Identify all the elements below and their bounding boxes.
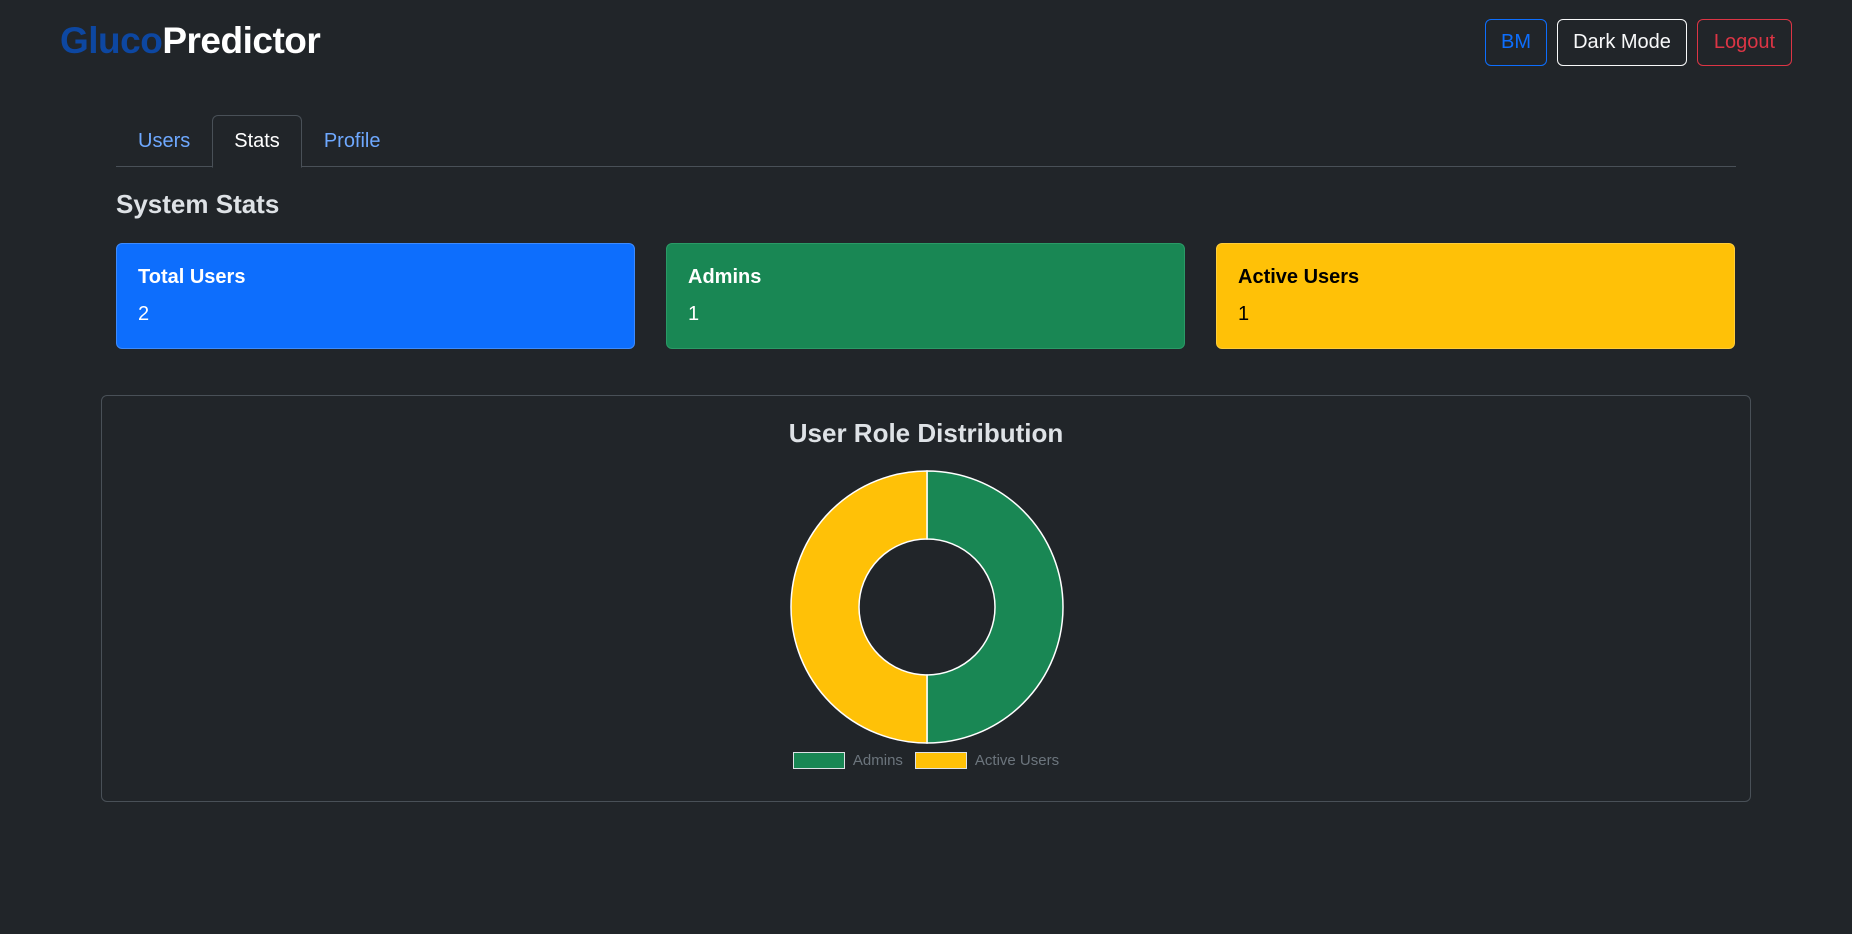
stat-card-title: Admins [688,266,762,288]
legend-item[interactable]: Admins [792,752,903,769]
brand-part-1: Gluco [60,20,163,61]
legend-label: Active Users [974,752,1060,769]
legend-item[interactable]: Active Users [914,752,1060,769]
stat-card-total-users: Total Users 2 [116,243,635,349]
navbar: GlucoPredictor BM Dark Mode Logout [0,0,1852,88]
donut-slice-active-users[interactable] [790,470,928,744]
stat-card-admins: Admins 1 [666,243,1185,349]
brand-logo[interactable]: GlucoPredictor [60,20,321,62]
donut-chart[interactable] [789,469,1065,745]
stat-card-value: 1 [1238,303,1250,325]
stat-card-active-users: Active Users 1 [1216,243,1735,349]
dark-mode-toggle-button[interactable]: Dark Mode [1557,19,1687,66]
donut-slice-admins[interactable] [926,470,1064,744]
stat-card-value: 1 [688,303,700,325]
tab-bar: Users Stats Profile [116,115,1736,168]
main-content: Users Stats Profile System Stats Total U… [116,115,1736,349]
chart-title: User Role Distribution [788,418,1064,448]
stat-cards: Total Users 2 Admins 1 Active Users 1 [116,243,1736,349]
user-initials-button[interactable]: BM [1485,19,1547,66]
chart-legend: Admins Active Users [102,752,1750,769]
brand-part-2: Predictor [162,20,321,61]
logout-button[interactable]: Logout [1697,19,1792,66]
section-title: System Stats [116,189,280,219]
tab-profile[interactable]: Profile [302,115,403,167]
legend-label: Admins [852,752,903,769]
tab-stats[interactable]: Stats [212,115,302,168]
stat-card-title: Total Users [138,266,246,288]
tab-users[interactable]: Users [116,115,212,167]
stat-card-title: Active Users [1238,266,1360,288]
legend-swatch [914,752,967,769]
legend-swatch [792,752,845,769]
stat-card-value: 2 [138,303,150,325]
chart-card: User Role Distribution Admins Active User… [101,395,1751,802]
nav-actions: BM Dark Mode Logout [1485,19,1792,66]
